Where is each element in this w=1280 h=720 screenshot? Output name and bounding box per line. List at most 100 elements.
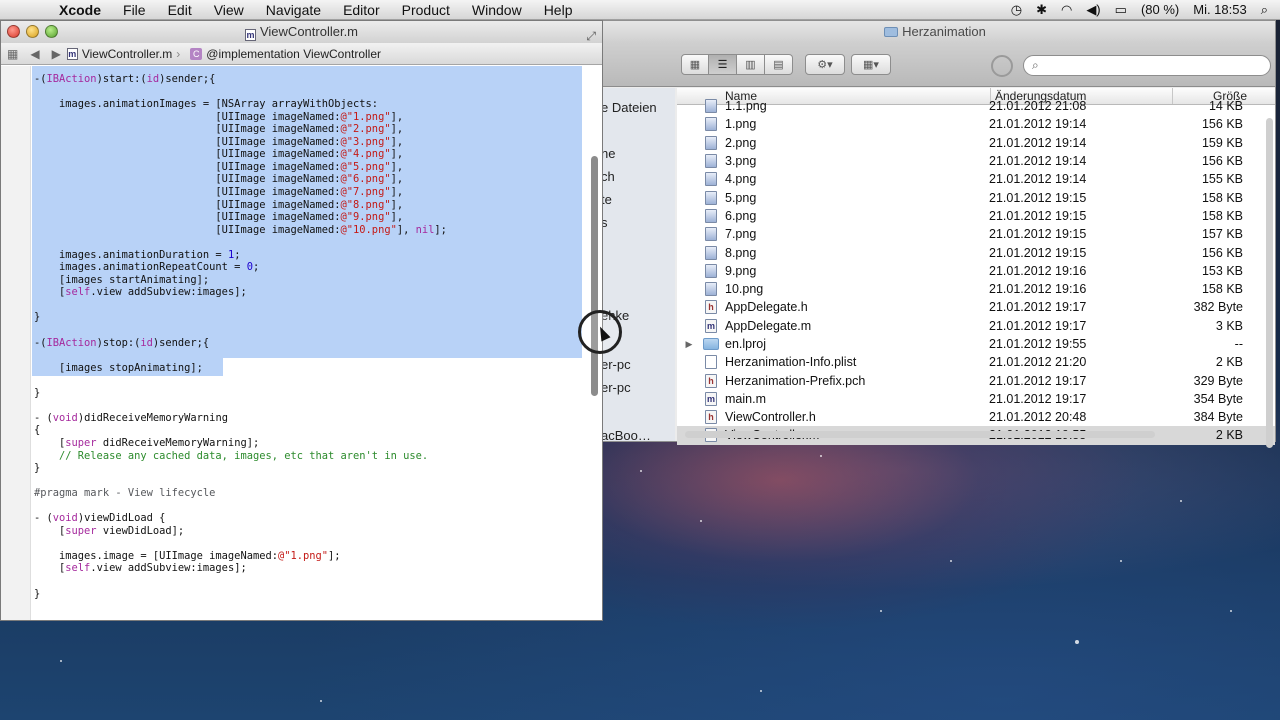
- file-row[interactable]: m main.m 21.01.2012 19:17 354 Byte: [677, 390, 1275, 408]
- file-row[interactable]: 4.png 21.01.2012 19:14 155 KB: [677, 170, 1275, 188]
- menu-product[interactable]: Product: [391, 2, 461, 18]
- m-file-icon: m: [705, 391, 717, 406]
- file-size: 384 Byte: [1193, 410, 1243, 425]
- editor-scroll-thumb[interactable]: [591, 156, 598, 396]
- spotlight-icon[interactable]: ⌕: [1261, 2, 1268, 18]
- file-name: en.lproj: [725, 337, 766, 351]
- jumpbar-file[interactable]: m ViewController.m ›: [66, 47, 190, 61]
- sidebar-item[interactable]: e Dateien: [601, 100, 657, 115]
- menu-help[interactable]: Help: [533, 2, 584, 18]
- file-icon-cell: [701, 208, 721, 223]
- file-row[interactable]: 2.png 21.01.2012 19:14 159 KB: [677, 134, 1275, 152]
- png-file-icon: [705, 208, 717, 223]
- arrange-menu-button[interactable]: ▦▾: [851, 54, 891, 75]
- menu-file[interactable]: File: [112, 2, 157, 18]
- sidebar-item[interactable]: acBoo…: [601, 428, 651, 443]
- file-list-vscroll[interactable]: [1266, 118, 1273, 448]
- file-name: 1.png: [725, 117, 757, 132]
- wifi-icon[interactable]: ◠: [1061, 2, 1072, 18]
- disclosure-triangle-icon[interactable]: ▶: [677, 339, 701, 350]
- file-list-hscroll[interactable]: [685, 431, 1155, 438]
- file-row[interactable]: Herzanimation-Info.plist 21.01.2012 21:20…: [677, 353, 1275, 371]
- minimize-button[interactable]: [26, 25, 39, 38]
- action-menu-button[interactable]: ⚙▾: [805, 54, 845, 75]
- forward-arrow-icon[interactable]: ▶: [46, 47, 67, 61]
- code-line: }: [34, 462, 41, 475]
- png-file-icon: [705, 135, 717, 150]
- code-line: [self.view addSubview:images];: [34, 562, 247, 575]
- time-machine-icon[interactable]: ◷: [1011, 2, 1022, 18]
- file-name: 6.png: [725, 208, 757, 223]
- class-icon: C: [190, 47, 203, 60]
- file-name: 5.png: [725, 190, 757, 205]
- png-file-icon: [705, 99, 717, 114]
- file-rows: 1.1.png 21.01.2012 21:08 14 KB 1.png 21.01.2…: [677, 97, 1275, 445]
- file-row[interactable]: 10.png 21.01.2012 19:16 158 KB: [677, 280, 1275, 298]
- code-line: [UIImage imageNamed:@"1.png"],: [34, 110, 404, 123]
- sidebar-item[interactable]: er-pc: [601, 357, 631, 372]
- file-size: 156 KB: [1201, 245, 1243, 260]
- file-row[interactable]: h AppDelegate.h 21.01.2012 19:17 382 Byte: [677, 298, 1275, 316]
- file-icon-cell: [701, 263, 721, 278]
- file-name: 4.png: [725, 172, 757, 187]
- file-row[interactable]: 8.png 21.01.2012 19:15 156 KB: [677, 243, 1275, 261]
- share-icon[interactable]: [991, 55, 1013, 77]
- file-icon-cell: m: [701, 318, 721, 333]
- volume-icon[interactable]: ◀): [1086, 2, 1100, 18]
- jumpbar-symbol[interactable]: C @implementation ViewController: [190, 47, 391, 61]
- file-row[interactable]: h ViewController.h 21.01.2012 20:48 384 Byt…: [677, 408, 1275, 426]
- file-size: 158 KB: [1201, 190, 1243, 205]
- file-date: 21.01.2012 19:55: [989, 337, 1087, 351]
- icon-view-button[interactable]: ▦: [681, 54, 709, 75]
- code-line: [super viewDidLoad];: [34, 524, 185, 537]
- h-file-icon: h: [705, 373, 717, 388]
- file-row[interactable]: 3.png 21.01.2012 19:14 156 KB: [677, 152, 1275, 170]
- file-row[interactable]: 1.1.png 21.01.2012 21:08 14 KB: [677, 97, 1275, 115]
- file-icon-cell: [701, 172, 721, 187]
- file-row[interactable]: ▶ en.lproj 21.01.2012 19:55 --: [677, 335, 1275, 353]
- bluetooth-icon[interactable]: ✱: [1036, 2, 1047, 18]
- file-row[interactable]: 6.png 21.01.2012 19:15 158 KB: [677, 207, 1275, 225]
- related-files-icon[interactable]: ▦: [1, 47, 24, 61]
- zoom-button[interactable]: [45, 25, 58, 38]
- file-list: Name Änderungsdatum Größe 1.1.png 21.01.2…: [677, 88, 1275, 448]
- battery-icon[interactable]: ▭: [1115, 2, 1127, 18]
- battery-percent[interactable]: (80 %): [1141, 2, 1179, 17]
- finder-titlebar: Herzanimation: [595, 21, 1275, 43]
- menu-edit[interactable]: Edit: [157, 2, 203, 18]
- menu-editor[interactable]: Editor: [332, 2, 391, 18]
- file-row[interactable]: 1.png 21.01.2012 19:14 156 KB: [677, 115, 1275, 133]
- file-row[interactable]: 9.png 21.01.2012 19:16 153 KB: [677, 262, 1275, 280]
- file-date: 21.01.2012 19:14: [989, 154, 1087, 169]
- menu-window[interactable]: Window: [461, 2, 533, 18]
- png-file-icon: [705, 282, 717, 297]
- file-row[interactable]: h Herzanimation-Prefix.pch 21.01.2012 19:1…: [677, 371, 1275, 389]
- code-line: [UIImage imageNamed:@"5.png"],: [34, 160, 404, 173]
- file-date: 21.01.2012 19:17: [989, 318, 1087, 333]
- list-view-button[interactable]: ☰: [709, 54, 737, 75]
- code-line: - (void)viewDidLoad {: [34, 512, 166, 525]
- menu-navigate[interactable]: Navigate: [255, 2, 332, 18]
- close-button[interactable]: [7, 25, 20, 38]
- file-name: Herzanimation-Prefix.pch: [725, 373, 866, 388]
- png-file-icon: [705, 117, 717, 132]
- sidebar-item[interactable]: er-pc: [601, 380, 631, 395]
- sidebar-item[interactable]: ch: [601, 169, 615, 184]
- file-size: 2 KB: [1215, 428, 1243, 443]
- file-row[interactable]: 7.png 21.01.2012 19:15 157 KB: [677, 225, 1275, 243]
- file-size: 159 KB: [1201, 135, 1243, 150]
- file-icon-cell: [701, 282, 721, 297]
- menu-view[interactable]: View: [203, 2, 255, 18]
- search-input[interactable]: ⌕: [1023, 55, 1271, 76]
- coverflow-view-button[interactable]: ▤: [765, 54, 793, 75]
- sidebar-item[interactable]: ne: [601, 146, 615, 161]
- clock[interactable]: Mi. 18:53: [1193, 2, 1246, 17]
- file-row[interactable]: m AppDelegate.m 21.01.2012 19:17 3 KB: [677, 317, 1275, 335]
- column-view-button[interactable]: ▥: [737, 54, 765, 75]
- fullscreen-icon[interactable]: ⤢: [586, 25, 596, 47]
- back-arrow-icon[interactable]: ◀: [24, 47, 45, 61]
- file-row[interactable]: 5.png 21.01.2012 19:15 158 KB: [677, 188, 1275, 206]
- code-line: images.animationDuration = 1;: [34, 248, 241, 261]
- code-line: [UIImage imageNamed:@"10.png"], nil];: [34, 223, 447, 236]
- menu-app[interactable]: Xcode: [48, 2, 112, 18]
